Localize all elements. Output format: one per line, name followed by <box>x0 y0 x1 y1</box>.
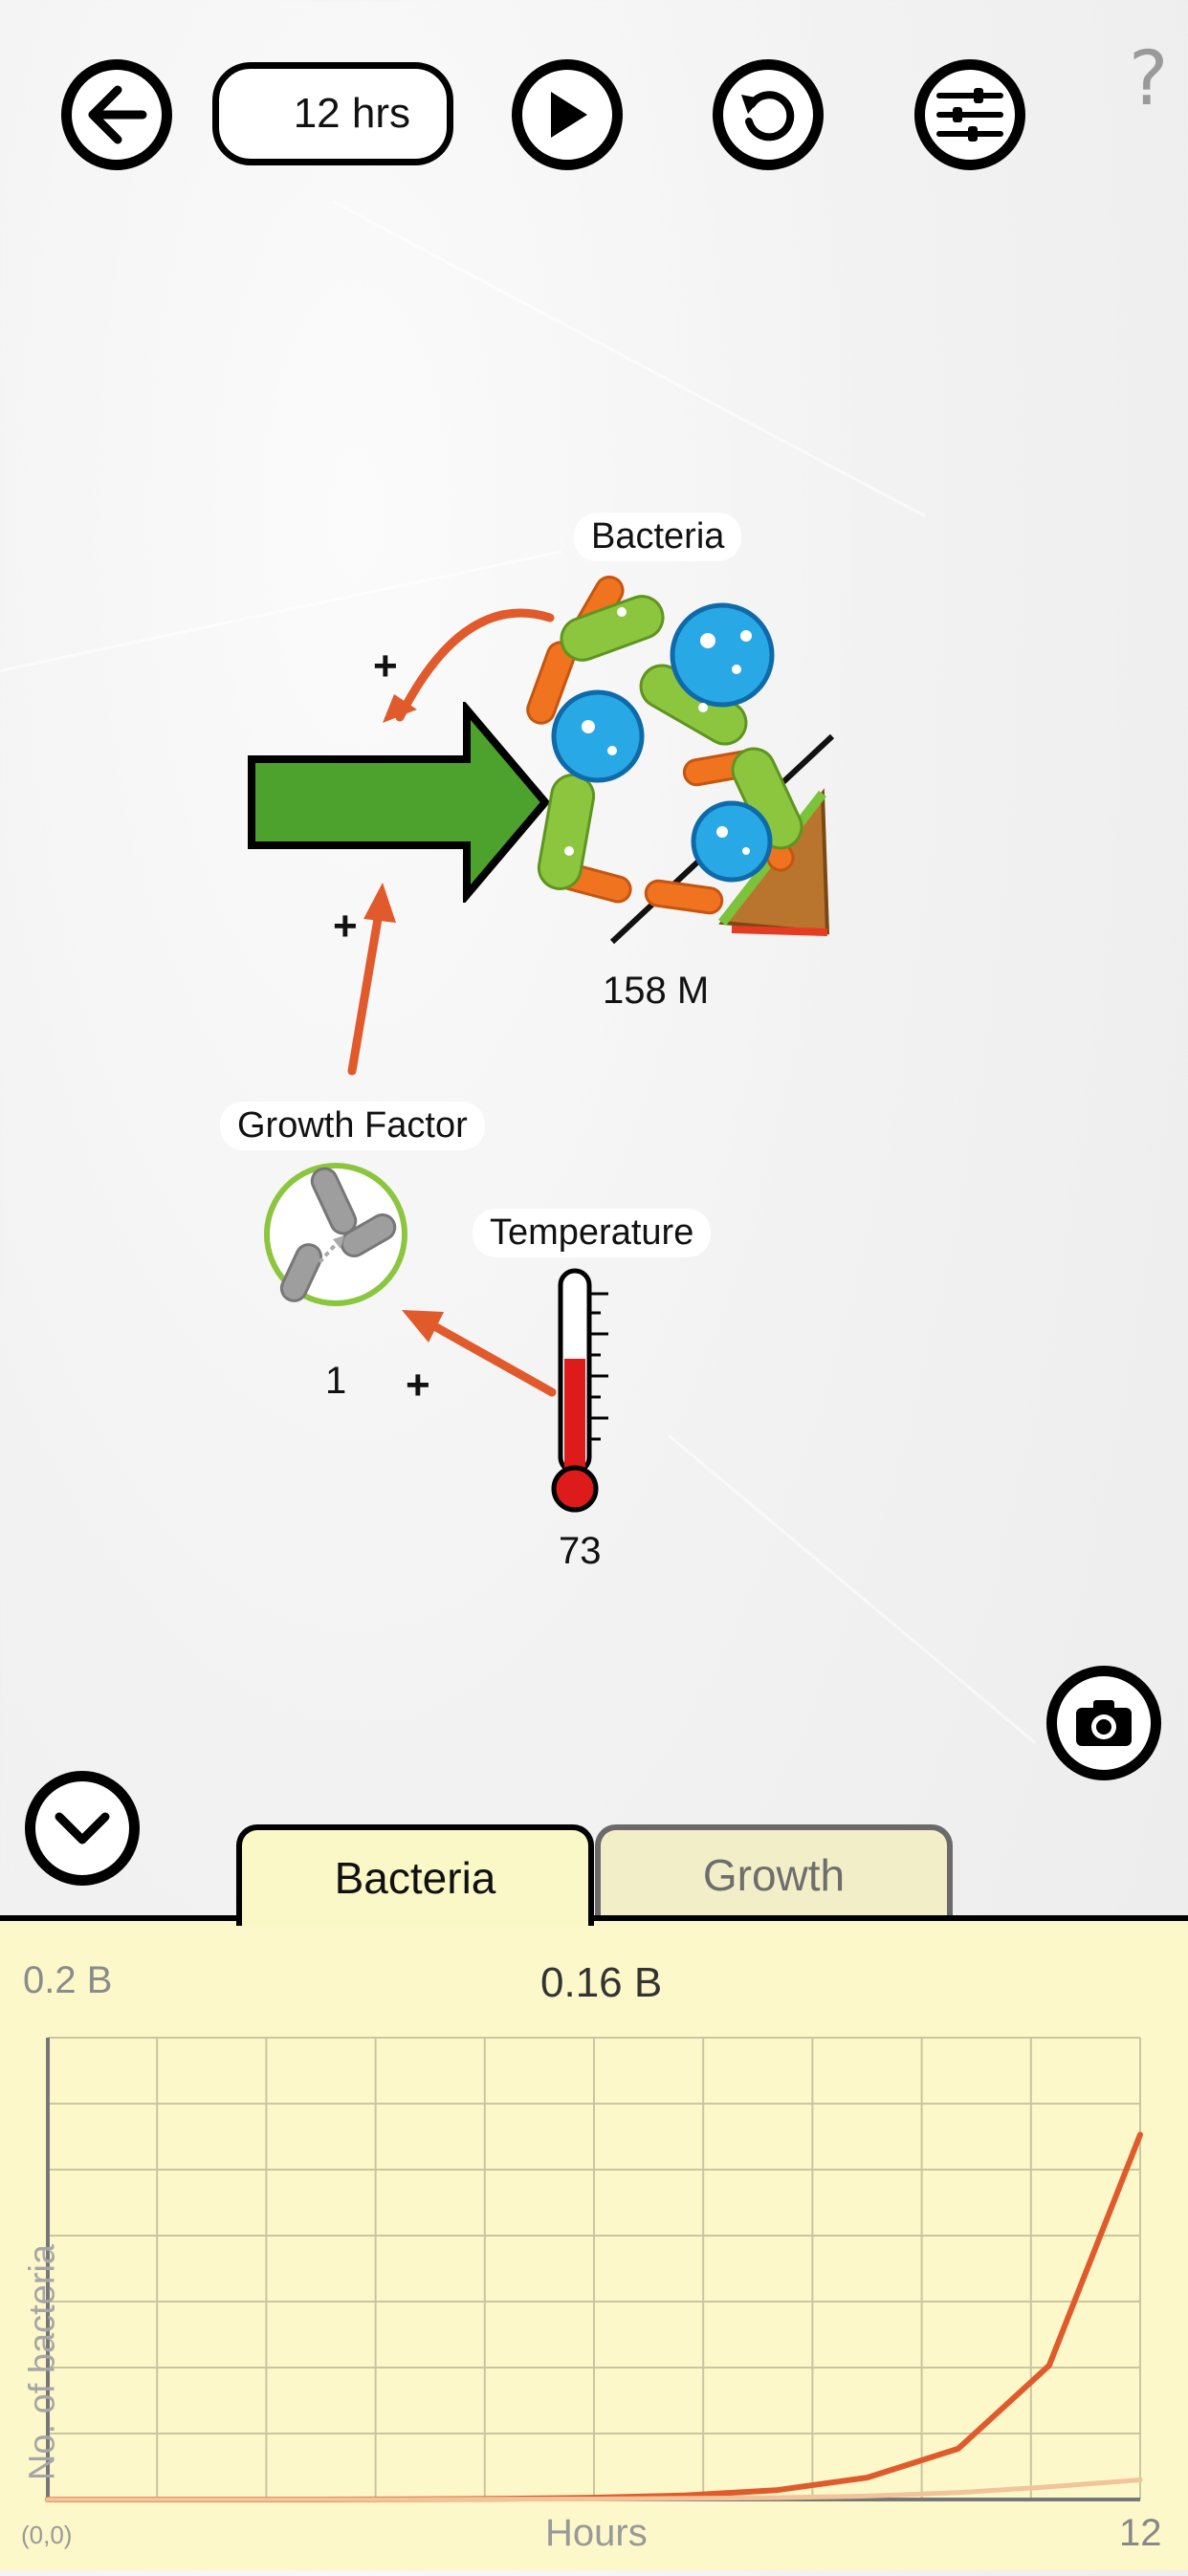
reset-icon <box>741 91 795 142</box>
bacteria-line-chart <box>45 2037 1143 2502</box>
time-value: 12 hrs <box>293 90 410 137</box>
growth-factor-dial[interactable] <box>260 1159 411 1310</box>
arrow-left-icon <box>88 85 147 144</box>
back-button[interactable] <box>61 59 172 170</box>
x-axis-max-label: 12 <box>1119 2512 1162 2554</box>
x-axis-label: Hours <box>545 2512 648 2554</box>
graph-panel: 0.2 B 0.16 B No. of bacteria (0,0) Hours… <box>0 1915 1188 2570</box>
growth-factor-value: 1 <box>325 1360 347 1402</box>
time-display: 12 hrs <box>212 62 453 165</box>
collapse-panel-button[interactable] <box>25 1771 140 1886</box>
temperature-label: Temperature <box>473 1209 712 1257</box>
play-icon <box>551 92 587 138</box>
sliders-icon <box>936 88 1003 142</box>
camera-icon <box>1076 1700 1132 1746</box>
settings-button[interactable] <box>914 59 1025 170</box>
bacteria-population-image[interactable] <box>517 555 842 956</box>
plus-sign-left: + <box>333 903 358 950</box>
plus-sign-top: + <box>373 643 398 689</box>
reset-button[interactable] <box>713 59 824 170</box>
graph-area: 0.2 B 0.16 B No. of bacteria (0,0) Hours… <box>0 1921 1188 2576</box>
growth-flow-arrow[interactable] <box>247 702 553 903</box>
growth-factor-label: Growth Factor <box>220 1102 485 1150</box>
thermometer-icon[interactable] <box>547 1267 624 1516</box>
bacteria-value: 158 M <box>603 970 710 1012</box>
tab-bacteria[interactable]: Bacteria <box>236 1824 594 1926</box>
temperature-value: 73 <box>559 1530 602 1572</box>
tab-growth-label: Growth <box>702 1850 846 1900</box>
tab-bacteria-label: Bacteria <box>334 1853 496 1903</box>
y-axis-label: No. of bacteria <box>22 2243 63 2481</box>
plus-sign-bottom: + <box>406 1362 430 1408</box>
screenshot-button[interactable] <box>1046 1666 1161 1780</box>
chevron-down-icon <box>55 1812 110 1845</box>
origin-label: (0,0) <box>21 2521 73 2549</box>
help-button[interactable]: ? <box>1129 36 1168 122</box>
tab-growth[interactable]: Growth <box>595 1824 953 1920</box>
play-button[interactable] <box>512 59 623 170</box>
